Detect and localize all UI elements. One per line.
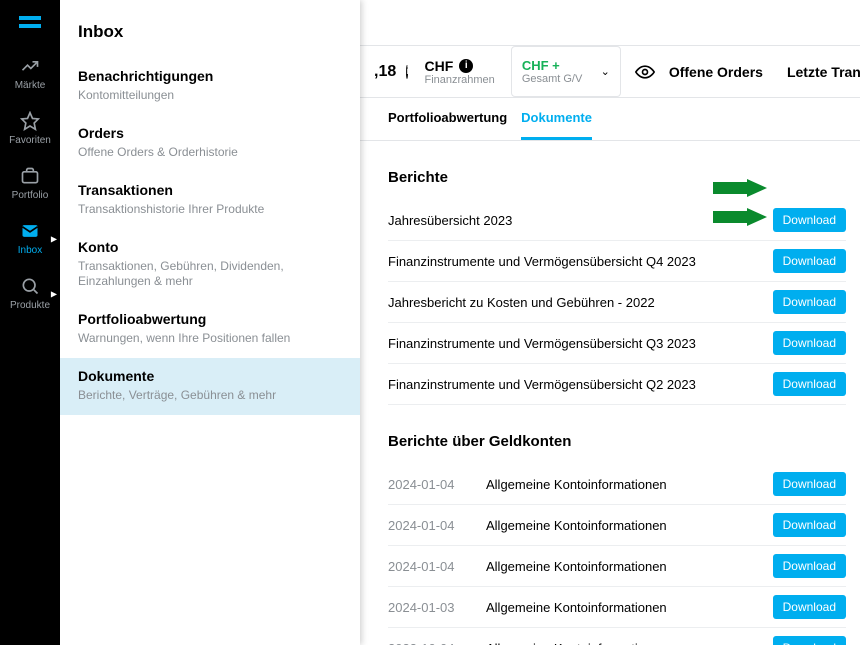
nav-products[interactable]: Produkte ▶ xyxy=(0,266,60,321)
download-button[interactable]: Download xyxy=(773,595,846,619)
partial-number: ,18 xyxy=(374,63,400,81)
stat-label: CHF xyxy=(424,58,453,74)
download-button[interactable]: Download xyxy=(773,249,846,273)
drawer-section-sub: Kontomitteilungen xyxy=(78,88,342,103)
star-icon xyxy=(20,111,40,131)
doc-title: Allgemeine Kontoinformationen xyxy=(486,641,667,645)
nav-portfolio[interactable]: Portfolio xyxy=(0,156,60,211)
brand-logo[interactable] xyxy=(0,0,60,46)
drawer-section-title: Benachrichtigungen xyxy=(78,68,342,84)
doc-row: Finanzinstrumente und Vermögensübersicht… xyxy=(388,323,846,364)
doc-row: 2024-01-04 Allgemeine Kontoinformationen D… xyxy=(388,546,846,587)
main-panel: ,18 i CHF i Finanzrahmen CHF + Gesamt G/… xyxy=(360,0,860,645)
doc-title: Allgemeine Kontoinformationen xyxy=(486,600,667,615)
info-icon[interactable]: i xyxy=(459,59,473,73)
nav-label: Märkte xyxy=(15,80,46,91)
doc-row: 2024-01-04 Allgemeine Kontoinformationen D… xyxy=(388,505,846,546)
section-heading-reports: Berichte xyxy=(388,169,846,186)
download-button[interactable]: Download xyxy=(773,636,846,645)
download-button[interactable]: Download xyxy=(773,208,846,232)
drawer-section-sub: Transaktionen, Gebühren, Dividenden, Ein… xyxy=(78,259,342,289)
doc-date: 2024-01-03 xyxy=(388,600,464,615)
section-heading-cash-reports: Berichte über Geldkonten xyxy=(388,433,846,450)
drawer-section-sub: Berichte, Verträge, Gebühren & mehr xyxy=(78,388,342,403)
doc-title: Allgemeine Kontoinformationen xyxy=(486,477,667,492)
mail-icon xyxy=(20,221,40,241)
doc-title: Finanzinstrumente und Vermögensübersicht… xyxy=(388,254,696,269)
drawer-section-transactions[interactable]: Transaktionen Transaktionshistorie Ihrer… xyxy=(60,172,360,229)
drawer-section-sub: Offene Orders & Orderhistorie xyxy=(78,145,342,160)
caret-right-icon: ▶ xyxy=(51,234,57,243)
gv-dropdown[interactable]: CHF + Gesamt G/V ⌄ xyxy=(511,46,621,97)
download-button[interactable]: Download xyxy=(773,513,846,537)
caret-right-icon: ▶ xyxy=(51,289,57,298)
nav-rail: Märkte Favoriten Portfolio Inbox ▶ xyxy=(0,0,60,645)
doc-row: 2023-10-04 Allgemeine Kontoinformationen D… xyxy=(388,628,846,645)
doc-title: Jahresübersicht 2023 xyxy=(388,213,512,228)
doc-date: 2024-01-04 xyxy=(388,477,464,492)
drawer-section-sub: Transaktionshistorie Ihrer Produkte xyxy=(78,202,342,217)
download-button[interactable]: Download xyxy=(773,290,846,314)
doc-title: Finanzinstrumente und Vermögensübersicht… xyxy=(388,336,696,351)
doc-date: 2024-01-04 xyxy=(388,518,464,533)
download-button[interactable]: Download xyxy=(773,331,846,355)
drawer-section-title: Portfolioabwertung xyxy=(78,311,342,327)
nav-label: Inbox xyxy=(18,245,42,256)
visibility-toggle[interactable] xyxy=(627,62,663,82)
doc-row: 2024-01-04 Allgemeine Kontoinformationen D… xyxy=(388,464,846,505)
doc-title: Allgemeine Kontoinformationen xyxy=(486,518,667,533)
nav-label: Produkte xyxy=(10,300,50,311)
drawer-section-devaluation[interactable]: Portfolioabwertung Warnungen, wenn Ihre … xyxy=(60,301,360,358)
drawer-title: Inbox xyxy=(60,0,360,58)
chevron-down-icon: ⌄ xyxy=(601,65,610,78)
doc-row: Jahresübersicht 2023 Download xyxy=(388,200,846,241)
content-area: Berichte Jahresübersicht 2023 Download Fin… xyxy=(360,141,860,645)
drawer-section-documents[interactable]: Dokumente Berichte, Verträge, Gebühren &… xyxy=(60,358,360,415)
drawer-section-orders[interactable]: Orders Offene Orders & Orderhistorie xyxy=(60,115,360,172)
doc-date: 2024-01-04 xyxy=(388,559,464,574)
tab-documents[interactable]: Dokumente xyxy=(521,98,592,140)
doc-row: Jahresbericht zu Kosten und Gebühren - 2… xyxy=(388,282,846,323)
download-button[interactable]: Download xyxy=(773,472,846,496)
drawer-section-title: Transaktionen xyxy=(78,182,342,198)
drawer-section-account[interactable]: Konto Transaktionen, Gebühren, Dividende… xyxy=(60,229,360,301)
link-last-tx[interactable]: Letzte Transaktione xyxy=(787,64,860,80)
doc-date: 2023-10-04 xyxy=(388,641,464,645)
stats-row: ,18 i CHF i Finanzrahmen CHF + Gesamt G/… xyxy=(360,46,860,98)
markets-icon xyxy=(20,56,40,76)
download-button[interactable]: Download xyxy=(773,372,846,396)
briefcase-icon xyxy=(20,166,40,186)
nav-markets[interactable]: Märkte xyxy=(0,46,60,101)
nav-favorites[interactable]: Favoriten xyxy=(0,101,60,156)
gv-label: CHF + xyxy=(522,58,583,73)
doc-row: Finanzinstrumente und Vermögensübersicht… xyxy=(388,241,846,282)
drawer-section-title: Konto xyxy=(78,239,342,255)
download-button[interactable]: Download xyxy=(773,554,846,578)
doc-title: Jahresbericht zu Kosten und Gebühren - 2… xyxy=(388,295,655,310)
stat-sublabel: Finanzrahmen xyxy=(424,74,494,86)
gv-sublabel: Gesamt G/V xyxy=(522,73,583,85)
stat-chf: CHF i Finanzrahmen xyxy=(414,46,504,97)
top-toolbar xyxy=(360,0,860,46)
doc-row: 2024-01-03 Allgemeine Kontoinformationen D… xyxy=(388,587,846,628)
doc-row: Finanzinstrumente und Vermögensübersicht… xyxy=(388,364,846,405)
drawer-section-title: Orders xyxy=(78,125,342,141)
nav-label: Favoriten xyxy=(9,135,51,146)
drawer-section-title: Dokumente xyxy=(78,368,342,384)
tab-portfolio-devaluation[interactable]: Portfolioabwertung xyxy=(388,98,507,140)
link-open-orders[interactable]: Offene Orders xyxy=(669,64,763,80)
doc-title: Finanzinstrumente und Vermögensübersicht… xyxy=(388,377,696,392)
drawer-section-notifications[interactable]: Benachrichtigungen Kontomitteilungen xyxy=(60,58,360,115)
doc-title: Allgemeine Kontoinformationen xyxy=(486,559,667,574)
drawer-section-sub: Warnungen, wenn Ihre Positionen fallen xyxy=(78,331,342,346)
tab-strip: Portfolioabwertung Dokumente xyxy=(360,98,860,141)
search-icon xyxy=(20,276,40,296)
inbox-drawer: Inbox Benachrichtigungen Kontomitteilung… xyxy=(60,0,360,645)
nav-inbox[interactable]: Inbox ▶ xyxy=(0,211,60,266)
nav-label: Portfolio xyxy=(12,190,49,201)
info-icon[interactable]: i xyxy=(406,65,408,79)
